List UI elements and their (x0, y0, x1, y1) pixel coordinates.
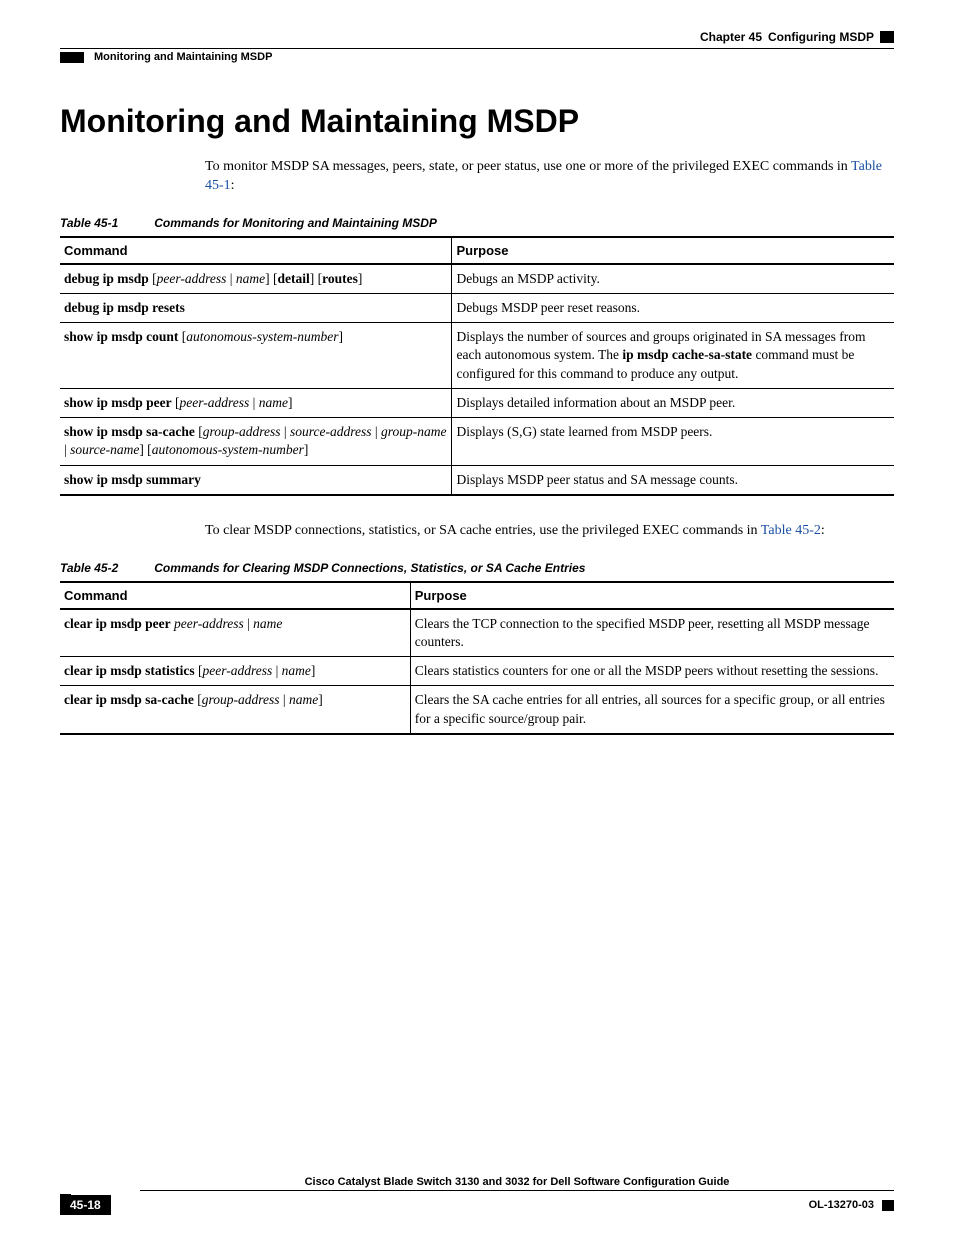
purpose-cell: Debugs MSDP peer reset reasons. (452, 294, 894, 323)
running-header-left: Monitoring and Maintaining MSDP (60, 51, 894, 63)
command-cell: clear ip msdp peer peer-address | name (60, 609, 410, 657)
chapter-label: Chapter 45 (700, 30, 762, 44)
command-cell: debug ip msdp [peer-address | name] [det… (60, 264, 452, 294)
header-end-marker (880, 31, 894, 43)
header-start-marker (60, 52, 84, 63)
footer-left-marker (60, 1194, 71, 1205)
table-row: show ip msdp summaryDisplays MSDP peer s… (60, 465, 894, 495)
page-footer: Cisco Catalyst Blade Switch 3130 and 303… (60, 1176, 894, 1215)
table-row: show ip msdp peer [peer-address | name]D… (60, 388, 894, 417)
table-row: show ip msdp count [autonomous-system-nu… (60, 323, 894, 389)
running-header-right: Chapter 45 Configuring MSDP (60, 30, 894, 44)
table-1-title: Commands for Monitoring and Maintaining … (154, 216, 437, 230)
table-2-body: clear ip msdp peer peer-address | nameCl… (60, 609, 894, 734)
command-cell: show ip msdp summary (60, 465, 452, 495)
table-row: clear ip msdp sa-cache [group-address | … (60, 686, 894, 734)
table-45-2-link[interactable]: Table 45-2 (761, 523, 821, 538)
footer-doc-id: OL-13270-03 (809, 1199, 894, 1211)
table-2-header-purpose: Purpose (410, 582, 894, 609)
command-cell: clear ip msdp sa-cache [group-address | … (60, 686, 410, 734)
purpose-cell: Displays detailed information about an M… (452, 388, 894, 417)
table-row: clear ip msdp statistics [peer-address |… (60, 657, 894, 686)
table-2-header-command: Command (60, 582, 410, 609)
command-cell: debug ip msdp resets (60, 294, 452, 323)
table-1-header-command: Command (60, 237, 452, 264)
command-cell: show ip msdp sa-cache [group-address | s… (60, 418, 452, 465)
command-cell: clear ip msdp statistics [peer-address |… (60, 657, 410, 686)
table-row: clear ip msdp peer peer-address | nameCl… (60, 609, 894, 657)
purpose-cell: Displays (S,G) state learned from MSDP p… (452, 418, 894, 465)
purpose-cell: Displays the number of sources and group… (452, 323, 894, 389)
footer-end-marker (882, 1200, 894, 1211)
page-title: Monitoring and Maintaining MSDP (60, 103, 894, 140)
footer-book-title: Cisco Catalyst Blade Switch 3130 and 303… (140, 1176, 894, 1191)
purpose-cell: Clears statistics counters for one or al… (410, 657, 894, 686)
chapter-title: Configuring MSDP (768, 30, 874, 44)
purpose-cell: Debugs an MSDP activity. (452, 264, 894, 294)
table-2-number: Table 45-2 (60, 561, 118, 575)
header-rule (60, 48, 894, 49)
table-1-header-purpose: Purpose (452, 237, 894, 264)
purpose-cell: Clears the TCP connection to the specifi… (410, 609, 894, 657)
table-1-caption: Table 45-1 Commands for Monitoring and Ma… (60, 216, 894, 230)
table-2-caption: Table 45-2 Commands for Clearing MSDP Con… (60, 561, 894, 575)
purpose-cell: Clears the SA cache entries for all entr… (410, 686, 894, 734)
table-1-body: debug ip msdp [peer-address | name] [det… (60, 264, 894, 495)
section-name: Monitoring and Maintaining MSDP (94, 51, 272, 63)
table-2-title: Commands for Clearing MSDP Connections, … (154, 561, 585, 575)
commands-monitoring-table: Command Purpose debug ip msdp [peer-addr… (60, 236, 894, 496)
command-cell: show ip msdp count [autonomous-system-nu… (60, 323, 452, 389)
commands-clearing-table: Command Purpose clear ip msdp peer peer-… (60, 581, 894, 735)
table-row: debug ip msdp resetsDebugs MSDP peer res… (60, 294, 894, 323)
table-row: debug ip msdp [peer-address | name] [det… (60, 264, 894, 294)
command-cell: show ip msdp peer [peer-address | name] (60, 388, 452, 417)
intro-paragraph: To monitor MSDP SA messages, peers, stat… (205, 158, 894, 196)
purpose-cell: Displays MSDP peer status and SA message… (452, 465, 894, 495)
table-row: show ip msdp sa-cache [group-address | s… (60, 418, 894, 465)
table-1-number: Table 45-1 (60, 216, 118, 230)
mid-paragraph: To clear MSDP connections, statistics, o… (205, 522, 894, 541)
